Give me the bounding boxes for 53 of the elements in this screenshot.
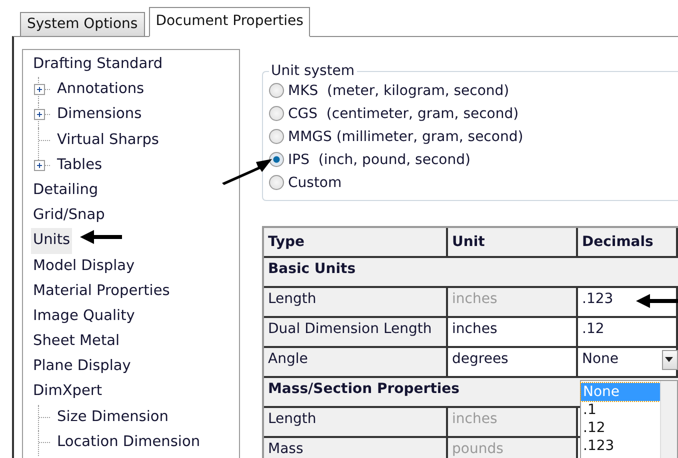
radio-button[interactable] [269,106,284,121]
tree-item[interactable]: Annotations [55,77,146,102]
table-cell: Dual Dimension Length [264,318,448,348]
arrow-icon [220,156,272,186]
radio-label: MMGS (millimeter, gram, second) [288,128,524,144]
tree-item[interactable]: Tables [55,152,104,178]
radio-button[interactable] [269,175,284,190]
table-cell[interactable]: .12 [578,318,678,348]
expand-icon[interactable] [34,109,45,120]
tree-item[interactable]: Sheet Metal [31,329,122,354]
radio-button[interactable] [269,152,284,167]
tree-item[interactable]: Size Dimension [55,404,170,430]
section-header: Basic Units [264,258,678,288]
table-cell: Length [264,288,448,318]
expand-icon[interactable] [34,84,45,96]
column-header: Type [264,228,448,258]
radio-button[interactable] [269,129,284,144]
tree-item[interactable]: Drafting Standard [31,52,165,78]
table-cell: Mass [264,438,448,458]
expand-icon[interactable] [34,160,45,171]
radio-label: Custom [288,174,342,190]
tree-item[interactable]: Dimensions [55,102,144,128]
radio-label: CGS (centimeter, gram, second) [288,106,519,122]
tree-item[interactable]: Virtual Sharps [55,128,161,153]
tree-item[interactable]: Material Properties [31,278,172,304]
column-header: Unit [448,228,578,258]
arrow-icon [80,230,122,244]
tree-item[interactable]: Model Display [31,254,137,279]
dropdown-button[interactable] [662,350,678,370]
table-cell[interactable]: None [578,348,678,378]
group-title: Unit system [270,63,356,79]
table-cell[interactable]: inches [448,318,578,348]
radio-label: MKS (meter, kilogram, second) [288,82,510,98]
table-cell: Angle [264,348,448,378]
dropdown-option[interactable]: .12 [581,419,660,437]
radio-button[interactable] [269,83,284,98]
arrow-icon [636,294,678,308]
tab[interactable]: Document Properties [148,7,310,37]
tree-item[interactable]: Plane Display [31,354,133,380]
tab[interactable]: System Options [20,12,145,36]
radio-label: IPS (inch, pound, second) [288,152,470,168]
column-header: Decimals [578,228,678,258]
tree-item[interactable]: Image Quality [31,304,137,330]
tree-item[interactable]: Location Dimension [55,430,202,455]
tree-item[interactable]: Units [31,228,72,254]
scroll-bar[interactable] [660,381,677,458]
table-cell: Length [264,408,448,438]
table-cell[interactable]: .123 [578,288,678,318]
tree-item[interactable]: Detailing [31,178,100,204]
tree-item[interactable]: Grid/Snap [31,203,107,228]
tree-item[interactable]: DimXpert [31,379,104,405]
dropdown-option[interactable]: .123 [581,437,660,455]
table-cell[interactable]: degrees [448,348,578,378]
